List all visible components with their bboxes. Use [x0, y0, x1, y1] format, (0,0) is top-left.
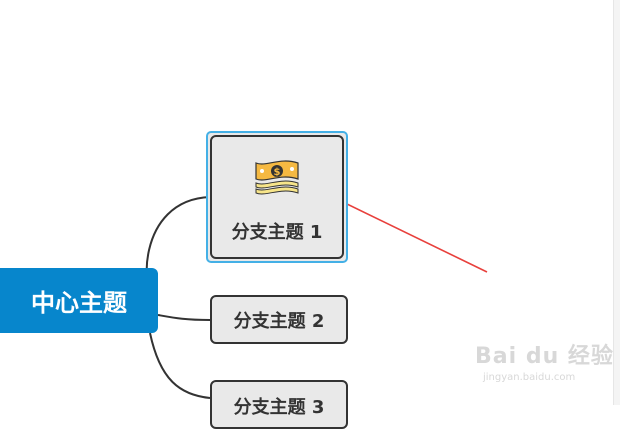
branch-topic-1[interactable]: $ 分支主题 1: [210, 135, 344, 259]
branch-connector-2: [157, 314, 211, 321]
money-banknote-icon: $: [252, 157, 302, 204]
canvas-edge-scrollbar[interactable]: [613, 0, 620, 405]
central-topic-label: 中心主题: [31, 289, 127, 317]
branch-topic-2-label: 分支主题 2: [233, 310, 325, 332]
watermark-brand: Bai du 经验: [475, 344, 614, 369]
baidu-jingyan-watermark: Bai du 经验 jingyan.baidu.com: [475, 338, 615, 388]
central-topic[interactable]: 中心主题: [0, 268, 158, 333]
branch-connector-3: [149, 332, 211, 399]
watermark-url: jingyan.baidu.com: [483, 372, 576, 383]
mindmap-canvas[interactable]: 中心主题 $ 分支主题 1 分支主题 2 分支主题 3 Bai du 经验 ji…: [0, 0, 620, 429]
svg-text:$: $: [274, 167, 281, 178]
branch-topic-1-label: 分支主题 1: [231, 222, 323, 243]
branch-topic-2[interactable]: 分支主题 2: [210, 295, 348, 344]
branch-topic-3-label: 分支主题 3: [233, 397, 325, 418]
